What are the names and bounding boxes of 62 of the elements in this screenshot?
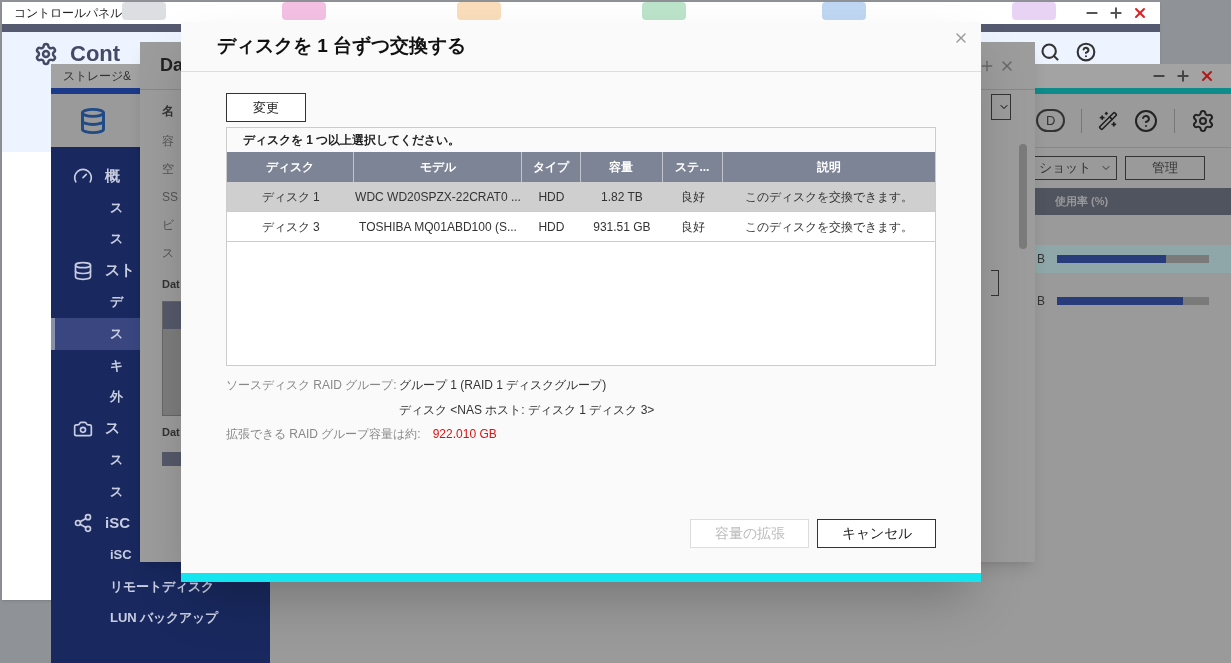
- field-label: 容: [162, 133, 175, 150]
- sidebar-group[interactable]: ス: [105, 417, 120, 440]
- manage-button[interactable]: 管理: [1125, 156, 1205, 180]
- column-header[interactable]: 説明: [723, 152, 935, 182]
- info-label: ソースディスク RAID グループ:: [226, 377, 397, 392]
- window-title: ストレージ&: [63, 68, 131, 85]
- settings-icon[interactable]: [1191, 108, 1216, 133]
- field-label: 空: [162, 161, 175, 178]
- input-field[interactable]: [991, 270, 999, 296]
- info-value: グループ 1 (RAID 1 ディスクグループ): [399, 376, 607, 394]
- window-title: コントロールパネル: [14, 5, 122, 22]
- maximize-icon[interactable]: [1175, 68, 1191, 84]
- snapshot-dropdown[interactable]: ショット: [1035, 156, 1117, 180]
- section-label: Dat: [162, 277, 181, 292]
- info-label: 拡張できる RAID グループ容量は約:: [226, 426, 421, 443]
- sidebar-item[interactable]: LUN バックアップ: [51, 602, 270, 634]
- help-icon[interactable]: [1076, 42, 1096, 62]
- share-icon: [73, 513, 93, 534]
- storage-icon: [79, 106, 107, 135]
- table-row[interactable]: ディスク 1 WDC WD20SPZX-22CRAT0 ... HDD 1.82 TB 良好 このディスクを交換できます。: [227, 182, 935, 212]
- database-icon: [73, 260, 93, 281]
- cancel-button[interactable]: キャンセル: [817, 519, 936, 548]
- help-icon[interactable]: [1134, 108, 1159, 133]
- table-cell-text: 良好: [679, 218, 706, 236]
- table-cell-text: WDC WD20SPZX-22CRAT0 ...: [354, 188, 522, 206]
- table-cell-text: HDD: [537, 188, 566, 206]
- table-row[interactable]: B: [1035, 245, 1231, 273]
- capacity-value: 922.010 GB: [432, 426, 497, 443]
- table-cell-text: このディスクを交換できます。: [744, 218, 914, 236]
- table-cell-text: 931.51 GB: [592, 218, 652, 236]
- column-header: 使用率 (%): [1055, 194, 1109, 210]
- table-cell-text: 良好: [679, 188, 706, 206]
- maximize-icon[interactable]: [1108, 5, 1124, 21]
- table-cell-text: HDD: [537, 218, 566, 236]
- size-cell-text: B: [1036, 251, 1045, 268]
- table-cell-text: TOSHIBA MQ01ABD100 (S...: [358, 218, 518, 236]
- panel-heading: Cont: [70, 43, 121, 65]
- close-icon[interactable]: [1132, 5, 1148, 21]
- table-hint: ディスクを 1 つ以上選択してください。: [243, 132, 461, 149]
- table-cell-text: このディスクを交換できます。: [744, 188, 914, 206]
- wand-icon[interactable]: [1098, 110, 1119, 131]
- table-cell-text: ディスク 1: [260, 188, 321, 206]
- section-label: Dat: [162, 424, 181, 440]
- field-label: ビ: [162, 217, 175, 234]
- field-label: 名: [162, 103, 175, 120]
- change-button[interactable]: 変更: [226, 93, 306, 122]
- size-cell-text: B: [1036, 293, 1045, 310]
- field-label: SS: [162, 189, 179, 206]
- field-label: ス: [162, 245, 175, 262]
- table-row[interactable]: B: [1035, 287, 1231, 315]
- sidebar-group[interactable]: スト: [105, 259, 135, 282]
- sidebar-group[interactable]: iSC: [105, 512, 130, 535]
- close-icon[interactable]: [1199, 68, 1215, 84]
- table-cell-text: ディスク 3: [260, 218, 321, 236]
- search-icon[interactable]: [1040, 42, 1060, 62]
- sidebar-group[interactable]: 概: [105, 164, 120, 188]
- table-cell-text: 1.82 TB: [600, 188, 644, 206]
- info-value: ディスク <NAS ホスト: ディスク 1 ディスク 3>: [399, 401, 655, 419]
- sidebar-item[interactable]: リモートディスク: [51, 570, 270, 603]
- dropdown[interactable]: [991, 94, 1011, 120]
- dialog-title: ディスクを 1 台ずつ交換する: [217, 34, 467, 59]
- settings-icon: [34, 42, 58, 66]
